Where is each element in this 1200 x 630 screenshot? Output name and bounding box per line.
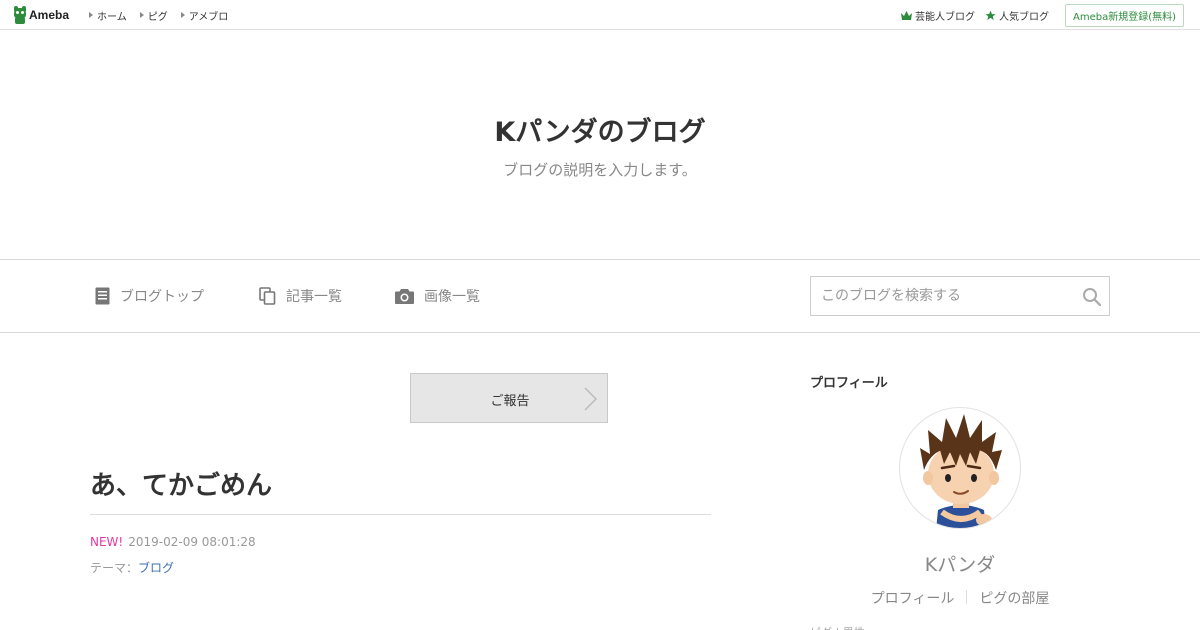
blog-nav: ブログトップ 記事一覧 画像一覧 [0,259,1200,333]
avatar[interactable] [899,407,1021,529]
nav-label: 記事一覧 [286,289,342,305]
register-button[interactable]: Ameba新規登録(無料) [1064,3,1184,27]
profile-link[interactable]: プロフィール [859,588,967,608]
global-nav-label: ホーム [97,11,127,23]
nav-label: ブログトップ [120,289,204,305]
blog-header: Kパンダのブログ ブログの説明を入力します。 [0,30,1200,259]
global-header-right: 芸能人ブログ 人気ブログ Ameba新規登録(無料) [900,0,1184,30]
profile-heading: プロフィール [810,376,888,391]
global-nav-label: アメブロ [188,11,229,23]
blog-search [810,276,1110,316]
search-input[interactable] [811,277,1076,315]
pigg-room-link[interactable]: ピグの部屋 [967,588,1061,608]
search-icon[interactable] [1082,287,1101,306]
global-nav-home[interactable]: ホーム [89,8,127,23]
ameba-mascot-icon [13,6,27,24]
copy-icon [259,287,276,305]
report-entry-button[interactable]: ご報告 [410,373,608,423]
entry-title[interactable]: あ、てかごめん [90,465,272,502]
report-entry-label: ご報告 [490,394,530,409]
crown-icon [900,10,912,20]
nav-blog-top[interactable]: ブログトップ [95,286,204,306]
profile-details: ピグ | 男性 [810,624,865,630]
global-nav-label: ピグ [147,11,168,23]
ameba-logo[interactable]: Ameba [13,6,69,24]
theme-link[interactable]: ブログ [138,561,174,575]
chevron-right-icon [584,387,597,411]
theme-label: テーマ： [90,561,139,575]
popular-blog-link[interactable]: 人気ブログ [985,8,1049,23]
entry-divider [90,514,711,515]
logo-text: Ameba [29,8,70,22]
profile-name[interactable]: Kパンダ [810,550,1110,577]
blog-description: ブログの説明を入力します。 [503,161,697,179]
avatar-character-icon [920,414,1002,528]
profile-links: プロフィール ピグの部屋 [810,588,1110,608]
entry-datetime: 2019-02-09 08:01:28 [128,535,256,549]
celebrity-blog-label: 芸能人ブログ [914,11,975,23]
entry-theme: テーマ：ブログ [90,559,174,576]
document-icon [95,287,110,305]
caret-right-icon [180,12,185,18]
celebrity-blog-link[interactable]: 芸能人ブログ [900,8,975,23]
caret-right-icon [139,12,144,18]
new-badge: NEW! [90,535,124,549]
star-icon [985,9,996,20]
global-nav-ameblo[interactable]: アメブロ [180,8,229,23]
global-nav-pigg[interactable]: ピグ [139,8,168,23]
nav-entry-list[interactable]: 記事一覧 [259,286,342,306]
nav-label: 画像一覧 [424,289,480,305]
blog-title[interactable]: Kパンダのブログ [0,110,1200,149]
nav-image-list[interactable]: 画像一覧 [395,286,480,306]
global-nav: ホーム ピグ アメブロ [89,0,241,30]
global-header: Ameba ホーム ピグ アメブロ 芸能人ブログ 人気ブログ Ameba新規登録… [0,0,1200,30]
camera-icon [395,289,414,304]
popular-blog-label: 人気ブログ [998,11,1049,23]
caret-right-icon [89,12,93,18]
entry-meta: NEW! 2019-02-09 08:01:28 [90,535,256,549]
